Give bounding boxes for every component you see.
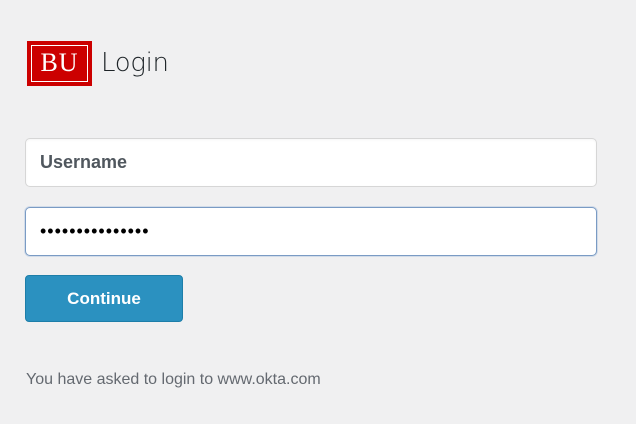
continue-button[interactable]: Continue [25,275,183,322]
login-header: BU Login [27,40,169,86]
login-destination-note: You have asked to login to www.okta.com [26,371,321,388]
password-input[interactable] [25,207,597,256]
login-page: BU Login Continue You have asked to logi… [0,0,636,424]
bu-logo-text: BU [31,44,88,82]
bu-logo: BU [27,40,92,86]
page-title: Login [101,48,169,78]
username-input[interactable] [25,138,597,187]
